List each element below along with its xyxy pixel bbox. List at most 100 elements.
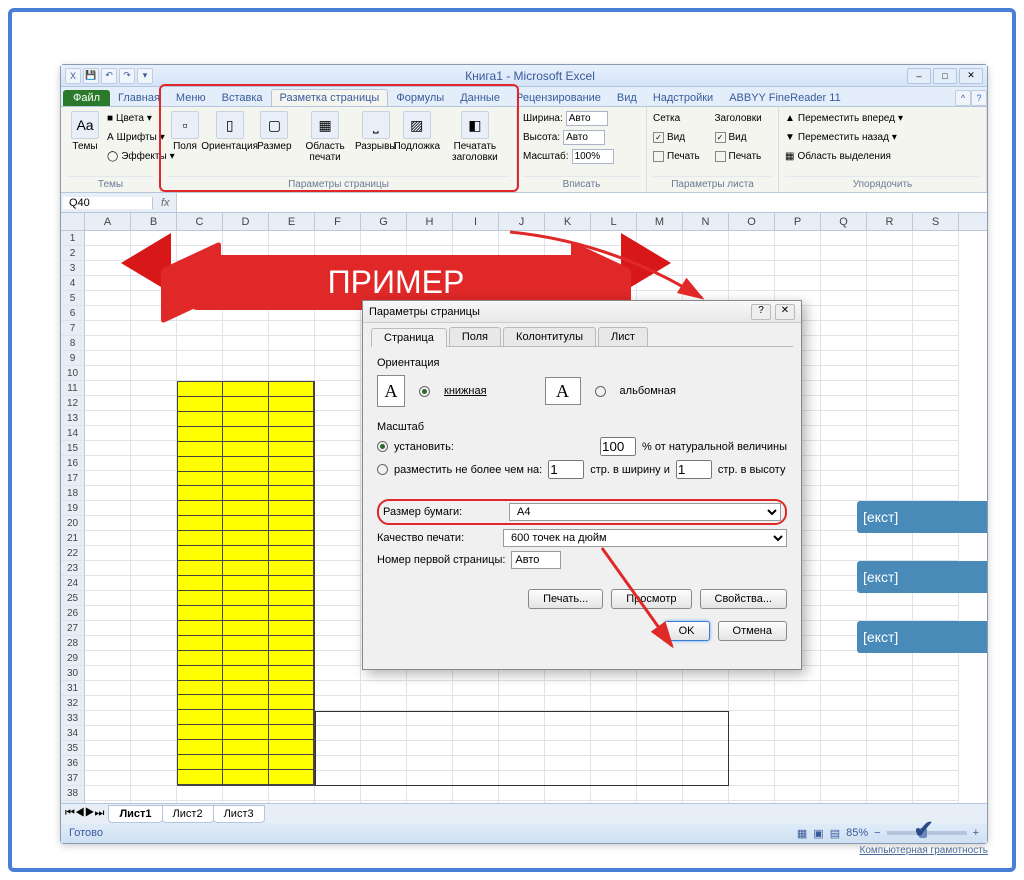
cell[interactable] — [131, 666, 177, 681]
col-header[interactable]: S — [913, 213, 959, 230]
tab-addins[interactable]: Надстройки — [645, 90, 721, 106]
cell[interactable] — [683, 801, 729, 803]
cell[interactable] — [821, 771, 867, 786]
cell[interactable] — [315, 471, 361, 486]
fit-radio[interactable] — [377, 464, 388, 475]
cell[interactable] — [821, 336, 867, 351]
cell[interactable] — [683, 276, 729, 291]
cell[interactable] — [913, 366, 959, 381]
col-header[interactable]: N — [683, 213, 729, 230]
cell[interactable] — [315, 591, 361, 606]
cell[interactable] — [821, 546, 867, 561]
row-header[interactable]: 12 — [61, 396, 85, 411]
cell[interactable] — [729, 261, 775, 276]
cell[interactable] — [131, 801, 177, 803]
cell[interactable] — [821, 441, 867, 456]
view-break-icon[interactable]: ▤ — [830, 827, 840, 840]
cell[interactable] — [131, 336, 177, 351]
cell[interactable] — [867, 366, 913, 381]
cell[interactable] — [131, 456, 177, 471]
cell[interactable] — [913, 486, 959, 501]
cell[interactable] — [315, 411, 361, 426]
cell[interactable] — [821, 531, 867, 546]
cell[interactable] — [683, 231, 729, 246]
cell[interactable] — [85, 741, 131, 756]
formula-input[interactable] — [176, 193, 987, 212]
cell[interactable] — [85, 471, 131, 486]
cell[interactable] — [223, 801, 269, 803]
cell[interactable] — [821, 666, 867, 681]
dialog-help-icon[interactable]: ? — [751, 304, 771, 320]
cell[interactable] — [867, 696, 913, 711]
close-icon[interactable]: ✕ — [959, 68, 983, 84]
cell[interactable] — [867, 276, 913, 291]
row-header[interactable]: 35 — [61, 741, 85, 756]
cell[interactable] — [453, 801, 499, 803]
cell[interactable] — [85, 516, 131, 531]
cell[interactable] — [821, 306, 867, 321]
row-header[interactable]: 30 — [61, 666, 85, 681]
cell[interactable] — [453, 681, 499, 696]
cell[interactable] — [821, 366, 867, 381]
cell[interactable] — [821, 741, 867, 756]
cell[interactable] — [821, 711, 867, 726]
cell[interactable] — [729, 741, 775, 756]
row-header[interactable]: 22 — [61, 546, 85, 561]
selection-pane-button[interactable]: ▦ Область выделения — [785, 147, 980, 165]
cell[interactable] — [913, 456, 959, 471]
cell[interactable] — [315, 441, 361, 456]
cell[interactable] — [867, 381, 913, 396]
first-page-input[interactable] — [511, 551, 561, 569]
cell[interactable] — [637, 696, 683, 711]
paper-size-select[interactable]: A4 — [509, 503, 781, 521]
cell[interactable] — [315, 321, 361, 336]
cell[interactable] — [729, 696, 775, 711]
row-header[interactable]: 7 — [61, 321, 85, 336]
cell[interactable] — [315, 636, 361, 651]
row-header[interactable]: 8 — [61, 336, 85, 351]
cell[interactable] — [85, 591, 131, 606]
cell[interactable] — [85, 456, 131, 471]
cell[interactable] — [821, 756, 867, 771]
cell[interactable] — [453, 696, 499, 711]
cell[interactable] — [867, 426, 913, 441]
cell[interactable] — [913, 441, 959, 456]
help-icon[interactable]: ? — [971, 90, 987, 106]
cell[interactable] — [821, 696, 867, 711]
cell[interactable] — [867, 441, 913, 456]
cell[interactable] — [867, 666, 913, 681]
cell[interactable] — [131, 366, 177, 381]
cell[interactable] — [913, 246, 959, 261]
undo-icon[interactable]: ↶ — [101, 68, 117, 84]
cell[interactable] — [223, 366, 269, 381]
cell[interactable] — [821, 606, 867, 621]
cell[interactable] — [821, 291, 867, 306]
cell[interactable] — [729, 726, 775, 741]
cell[interactable] — [867, 786, 913, 801]
row-header[interactable]: 1 — [61, 231, 85, 246]
cell[interactable] — [131, 771, 177, 786]
row-header[interactable]: 20 — [61, 516, 85, 531]
row-header[interactable]: 16 — [61, 456, 85, 471]
cell[interactable] — [913, 231, 959, 246]
cell[interactable] — [729, 756, 775, 771]
cell[interactable] — [85, 576, 131, 591]
tab-review[interactable]: Рецензирование — [508, 90, 609, 106]
cell[interactable] — [913, 306, 959, 321]
cell[interactable] — [867, 546, 913, 561]
tab-home[interactable]: Главная — [110, 90, 168, 106]
cell[interactable] — [867, 651, 913, 666]
row-header[interactable]: 24 — [61, 576, 85, 591]
cell[interactable] — [913, 711, 959, 726]
cell[interactable] — [867, 336, 913, 351]
cell[interactable] — [867, 306, 913, 321]
cell[interactable] — [315, 801, 361, 803]
headings-print-check[interactable] — [715, 151, 726, 162]
cell[interactable] — [131, 516, 177, 531]
cell[interactable] — [223, 786, 269, 801]
cell[interactable] — [85, 501, 131, 516]
cell[interactable] — [913, 321, 959, 336]
cell[interactable] — [913, 651, 959, 666]
cell[interactable] — [867, 396, 913, 411]
cell[interactable] — [85, 396, 131, 411]
